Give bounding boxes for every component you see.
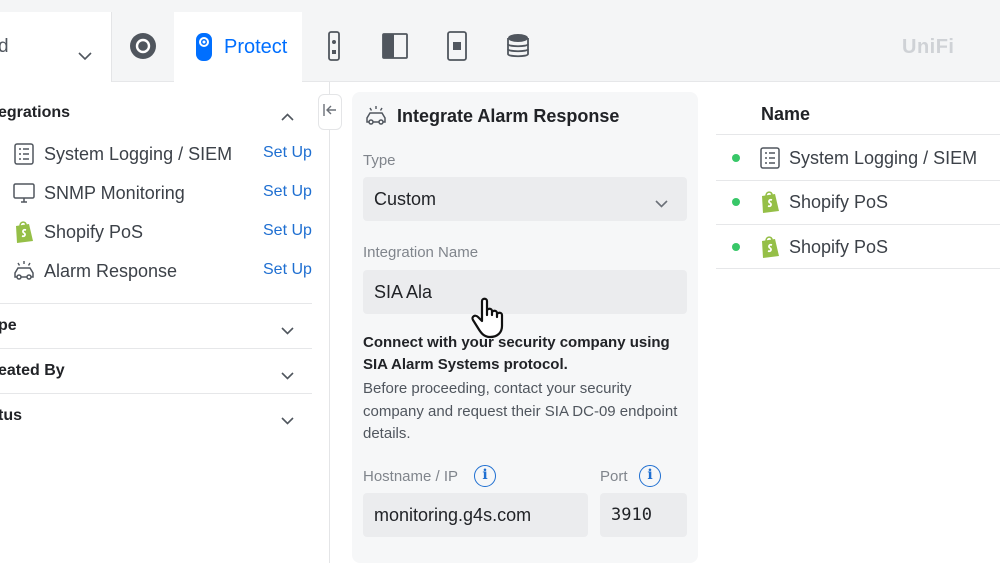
integration-item-system-logging: System Logging / SIEM Set Up <box>12 140 312 170</box>
hostname-value: monitoring.g4s.com <box>374 505 532 525</box>
chevron-down-icon[interactable] <box>281 367 294 385</box>
integration-item-alarm-response: Alarm Response Set Up <box>12 257 312 287</box>
status-dot <box>732 198 740 206</box>
chevron-down-icon <box>655 195 668 213</box>
setup-link[interactable]: Set Up <box>263 183 312 201</box>
collapse-sidebar-button[interactable] <box>318 94 342 130</box>
chevron-up-icon[interactable] <box>281 108 294 126</box>
row-name: System Logging / SIEM <box>789 148 978 168</box>
integration-item-snmp: SNMP Monitoring Set Up <box>12 179 312 209</box>
row-name: Shopify PoS <box>789 192 889 212</box>
table-row[interactable]: Shopify PoS <box>716 181 1000 225</box>
top-nav-bar: d Protect UniFi <box>0 0 1000 82</box>
type-filter-title[interactable]: pe <box>0 317 17 335</box>
table-divider <box>716 134 1000 135</box>
protocol-description-heading: Connect with your security company using… <box>363 334 670 373</box>
chevron-down-icon <box>78 48 92 66</box>
form-title: Integrate Alarm Response <box>397 106 620 126</box>
site-selector[interactable]: d <box>0 12 112 82</box>
integration-form-panel: Integrate Alarm Response Type Custom Int… <box>352 92 698 563</box>
network-circle-icon[interactable] <box>128 30 158 62</box>
type-select-value: Custom <box>374 189 437 209</box>
monitor-icon <box>12 181 36 205</box>
alarm-car-icon <box>364 104 388 133</box>
setup-link[interactable]: Set Up <box>263 144 312 162</box>
integrations-sidebar: egrations System Logging / SIEM Set Up S… <box>0 82 330 563</box>
log-list-icon <box>758 146 782 170</box>
integration-item-label: System Logging / SIEM <box>44 144 233 164</box>
status-filter-title[interactable]: tus <box>0 407 22 425</box>
table-divider <box>716 224 1000 225</box>
divider <box>0 393 312 394</box>
status-dot <box>732 243 740 251</box>
port-label: Port <box>600 468 628 485</box>
hostname-label: Hostname / IP <box>363 468 459 485</box>
integrations-section-title: egrations <box>0 104 71 121</box>
integration-item-label: SNMP Monitoring <box>44 183 185 203</box>
port-value: 3910 <box>611 505 652 525</box>
tab-protect[interactable]: Protect <box>174 12 302 82</box>
created-by-filter-title[interactable]: eated By <box>0 362 65 380</box>
chevron-down-icon[interactable] <box>281 322 294 340</box>
shopify-icon <box>758 235 782 259</box>
access-reader-icon[interactable] <box>319 30 349 62</box>
protect-camera-icon <box>194 32 214 67</box>
table-divider <box>716 268 1000 269</box>
integration-item-label: Alarm Response <box>44 261 178 281</box>
log-list-icon <box>12 142 36 166</box>
chevron-down-icon[interactable] <box>281 412 294 430</box>
integration-item-shopify: Shopify PoS Set Up <box>12 218 312 248</box>
integration-name-value: SIA Ala <box>374 282 433 302</box>
door-panel-icon[interactable] <box>380 30 410 62</box>
integration-item-label: Shopify PoS <box>44 222 144 242</box>
table-row[interactable]: Shopify PoS <box>716 226 1000 270</box>
protocol-description: Before proceeding, contact your security… <box>363 380 678 442</box>
setup-link[interactable]: Set Up <box>263 261 312 279</box>
type-select[interactable]: Custom <box>363 177 687 221</box>
storage-stack-icon[interactable] <box>503 30 533 62</box>
column-header-name[interactable]: Name <box>761 104 810 125</box>
setup-link[interactable]: Set Up <box>263 222 312 240</box>
status-dot <box>732 154 740 162</box>
alarm-car-icon <box>12 259 36 283</box>
integration-name-label: Integration Name <box>363 244 479 261</box>
integrations-table: Name System Logging / SIEM Shopify PoS S… <box>716 88 1000 563</box>
site-selector-value: d <box>0 36 9 57</box>
info-icon[interactable]: i <box>639 465 661 487</box>
shopify-icon <box>12 220 36 244</box>
intercom-icon[interactable] <box>442 30 472 62</box>
integration-name-input[interactable]: SIA Ala <box>363 270 687 314</box>
hostname-input[interactable]: monitoring.g4s.com <box>363 493 588 537</box>
divider <box>0 303 312 304</box>
row-name: Shopify PoS <box>789 237 889 257</box>
info-icon[interactable]: i <box>474 465 496 487</box>
unifi-logo: UniFi <box>902 36 955 58</box>
type-label: Type <box>363 152 396 169</box>
collapse-left-icon <box>322 103 338 122</box>
shopify-icon <box>758 190 782 214</box>
hand-pointer-cursor-icon <box>470 296 518 345</box>
table-row[interactable]: System Logging / SIEM <box>716 137 1000 181</box>
port-input[interactable]: 3910 <box>600 493 687 537</box>
divider <box>0 348 312 349</box>
tab-protect-label: Protect <box>224 36 288 58</box>
